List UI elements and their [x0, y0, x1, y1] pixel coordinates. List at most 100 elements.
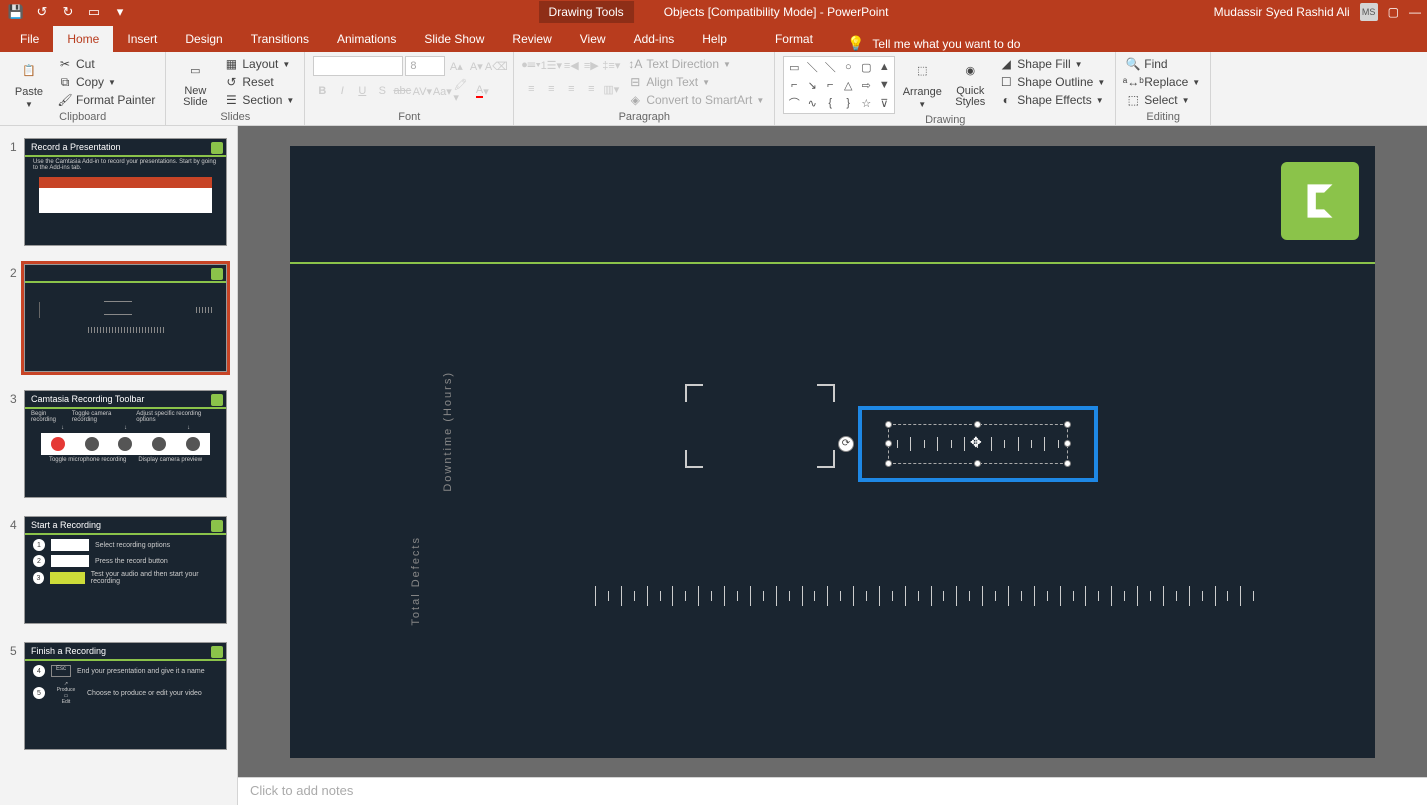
tab-transitions[interactable]: Transitions [237, 26, 323, 52]
shape-arrow2-icon[interactable]: ⇨ [858, 77, 874, 93]
shape-rect-icon[interactable]: ▭ [786, 59, 802, 75]
line-spacing-button[interactable]: ‡≡▾ [602, 56, 620, 74]
notes-pane[interactable]: Click to add notes [238, 777, 1427, 805]
cut-button[interactable]: ✂Cut [56, 56, 157, 72]
shadow-button[interactable]: S [373, 82, 391, 100]
shape-triangle-icon[interactable]: △ [840, 77, 856, 93]
shape-rbrace-icon[interactable]: } [840, 95, 856, 111]
save-icon[interactable]: 💾 [6, 2, 26, 22]
resize-handle[interactable] [1064, 421, 1071, 428]
resize-handle[interactable] [974, 460, 981, 467]
char-spacing-button[interactable]: AV▾ [413, 82, 431, 100]
tab-help[interactable]: Help [688, 26, 741, 52]
format-painter-button[interactable]: 🖌Format Painter [56, 92, 157, 108]
strikethrough-button[interactable]: abc [393, 82, 411, 100]
reset-button[interactable]: ↺Reset [222, 74, 296, 90]
align-right-button[interactable]: ≡ [562, 80, 580, 98]
increase-indent-button[interactable]: ≡▶ [582, 56, 600, 74]
shape-line2-icon[interactable]: ＼ [822, 59, 838, 75]
shape-effects-button[interactable]: ◐Shape Effects▼ [997, 92, 1107, 108]
slide-canvas[interactable]: Downtime (Hours) Total Defects ⟳ [290, 146, 1375, 758]
find-button[interactable]: 🔍Find [1124, 56, 1202, 72]
resize-handle[interactable] [885, 460, 892, 467]
numbering-button[interactable]: 1☰▾ [542, 56, 560, 74]
shape-scroll-up-icon[interactable]: ▲ [876, 59, 892, 75]
shape-more-icon[interactable]: ⊽ [876, 95, 892, 111]
resize-handle[interactable] [1064, 460, 1071, 467]
change-case-button[interactable]: Aa▾ [433, 82, 451, 100]
shape-curve-icon[interactable]: ∿ [804, 95, 820, 111]
ribbon-display-options-icon[interactable]: ▢ [1388, 5, 1399, 19]
tab-home[interactable]: Home [53, 26, 113, 52]
font-size-input[interactable] [405, 56, 445, 76]
shape-elbow-icon[interactable]: ⌐ [822, 77, 838, 93]
convert-smartart-button[interactable]: ◈Convert to SmartArt▼ [626, 92, 766, 108]
resize-handle[interactable] [885, 421, 892, 428]
justify-button[interactable]: ≡ [582, 80, 600, 98]
undo-icon[interactable]: ↺ [32, 2, 52, 22]
align-text-button[interactable]: ⊟Align Text▼ [626, 74, 766, 90]
increase-font-icon[interactable]: A▴ [447, 57, 465, 75]
tab-design[interactable]: Design [171, 26, 236, 52]
section-button[interactable]: ☰Section▼ [222, 92, 296, 108]
slide-thumbnail-panel[interactable]: 1 Record a Presentation Use the Camtasia… [0, 126, 238, 805]
paste-button[interactable]: 📋 Paste ▼ [8, 56, 50, 109]
slide-thumbnail-3[interactable]: Camtasia Recording Toolbar Begin recordi… [24, 390, 227, 498]
align-center-button[interactable]: ≡ [542, 80, 560, 98]
shape-arrow-icon[interactable]: ↘ [804, 77, 820, 93]
start-from-beginning-icon[interactable]: ▭ [84, 2, 104, 22]
slide-thumbnail-1[interactable]: Record a Presentation Use the Camtasia A… [24, 138, 227, 246]
shapes-gallery[interactable]: ▭＼＼○▢▲ ⌐↘⌐△⇨▼ ⌒∿{}☆⊽ [783, 56, 895, 114]
font-color-button[interactable]: A▾ [473, 82, 491, 100]
user-name[interactable]: Mudassir Syed Rashid Ali [1214, 5, 1350, 19]
new-slide-button[interactable]: ▭ New Slide [174, 56, 216, 108]
rotate-handle-icon[interactable]: ⟳ [838, 436, 854, 452]
user-avatar[interactable]: MS [1360, 3, 1378, 21]
shape-oval-icon[interactable]: ○ [840, 59, 856, 75]
select-button[interactable]: ⬚Select▼ [1124, 92, 1202, 108]
shape-rrect-icon[interactable]: ▢ [858, 59, 874, 75]
decrease-indent-button[interactable]: ≡◀ [562, 56, 580, 74]
decrease-font-icon[interactable]: A▾ [467, 57, 485, 75]
tab-format[interactable]: Format [761, 26, 827, 52]
selected-shape[interactable]: ⟳ ✥ [858, 406, 1098, 482]
layout-button[interactable]: ▦Layout▼ [222, 56, 296, 72]
tab-addins[interactable]: Add-ins [620, 26, 689, 52]
italic-button[interactable]: I [333, 82, 351, 100]
shape-line-icon[interactable]: ＼ [804, 59, 820, 75]
columns-button[interactable]: ▥▾ [602, 80, 620, 98]
slide-thumbnail-2[interactable] [24, 264, 227, 372]
shape-star-icon[interactable]: ☆ [858, 95, 874, 111]
shape-outline-button[interactable]: ☐Shape Outline▼ [997, 74, 1107, 90]
redo-icon[interactable]: ↻ [58, 2, 78, 22]
slide-thumbnail-4[interactable]: Start a Recording 1Select recording opti… [24, 516, 227, 624]
slide-thumbnail-5[interactable]: Finish a Recording 4EscEnd your presenta… [24, 642, 227, 750]
tab-animations[interactable]: Animations [323, 26, 410, 52]
tell-me-search[interactable]: 💡 Tell me what you want to do [847, 35, 1021, 52]
highlight-button[interactable]: 🖍▾ [453, 82, 471, 100]
resize-handle[interactable] [974, 421, 981, 428]
copy-button[interactable]: ⧉Copy▼ [56, 74, 157, 90]
underline-button[interactable]: U [353, 82, 371, 100]
shape-fill-button[interactable]: ◢Shape Fill▼ [997, 56, 1107, 72]
replace-button[interactable]: ᵃ↔ᵇReplace ▼ [1124, 74, 1202, 90]
shape-arc-icon[interactable]: ⌒ [786, 95, 802, 111]
shape-scroll-dn-icon[interactable]: ▼ [876, 77, 892, 93]
bracket-placeholder[interactable] [685, 384, 835, 468]
bullets-button[interactable]: ⦁☰▾ [522, 56, 540, 74]
tab-file[interactable]: File [6, 26, 53, 52]
arrange-button[interactable]: ⬚Arrange▼ [901, 56, 943, 109]
shape-lbrace-icon[interactable]: { [822, 95, 838, 111]
tab-view[interactable]: View [566, 26, 620, 52]
align-left-button[interactable]: ≡ [522, 80, 540, 98]
slide-canvas-wrap[interactable]: Downtime (Hours) Total Defects ⟳ [238, 126, 1427, 777]
minimize-icon[interactable]: — [1409, 5, 1421, 19]
resize-handle[interactable] [1064, 440, 1071, 447]
tab-slideshow[interactable]: Slide Show [410, 26, 498, 52]
font-name-input[interactable] [313, 56, 403, 76]
text-direction-button[interactable]: ↕AText Direction▼ [626, 56, 766, 72]
resize-handle[interactable] [885, 440, 892, 447]
qat-customize-icon[interactable]: ▾ [110, 2, 130, 22]
quick-styles-button[interactable]: ◉Quick Styles [949, 56, 991, 108]
bold-button[interactable]: B [313, 82, 331, 100]
